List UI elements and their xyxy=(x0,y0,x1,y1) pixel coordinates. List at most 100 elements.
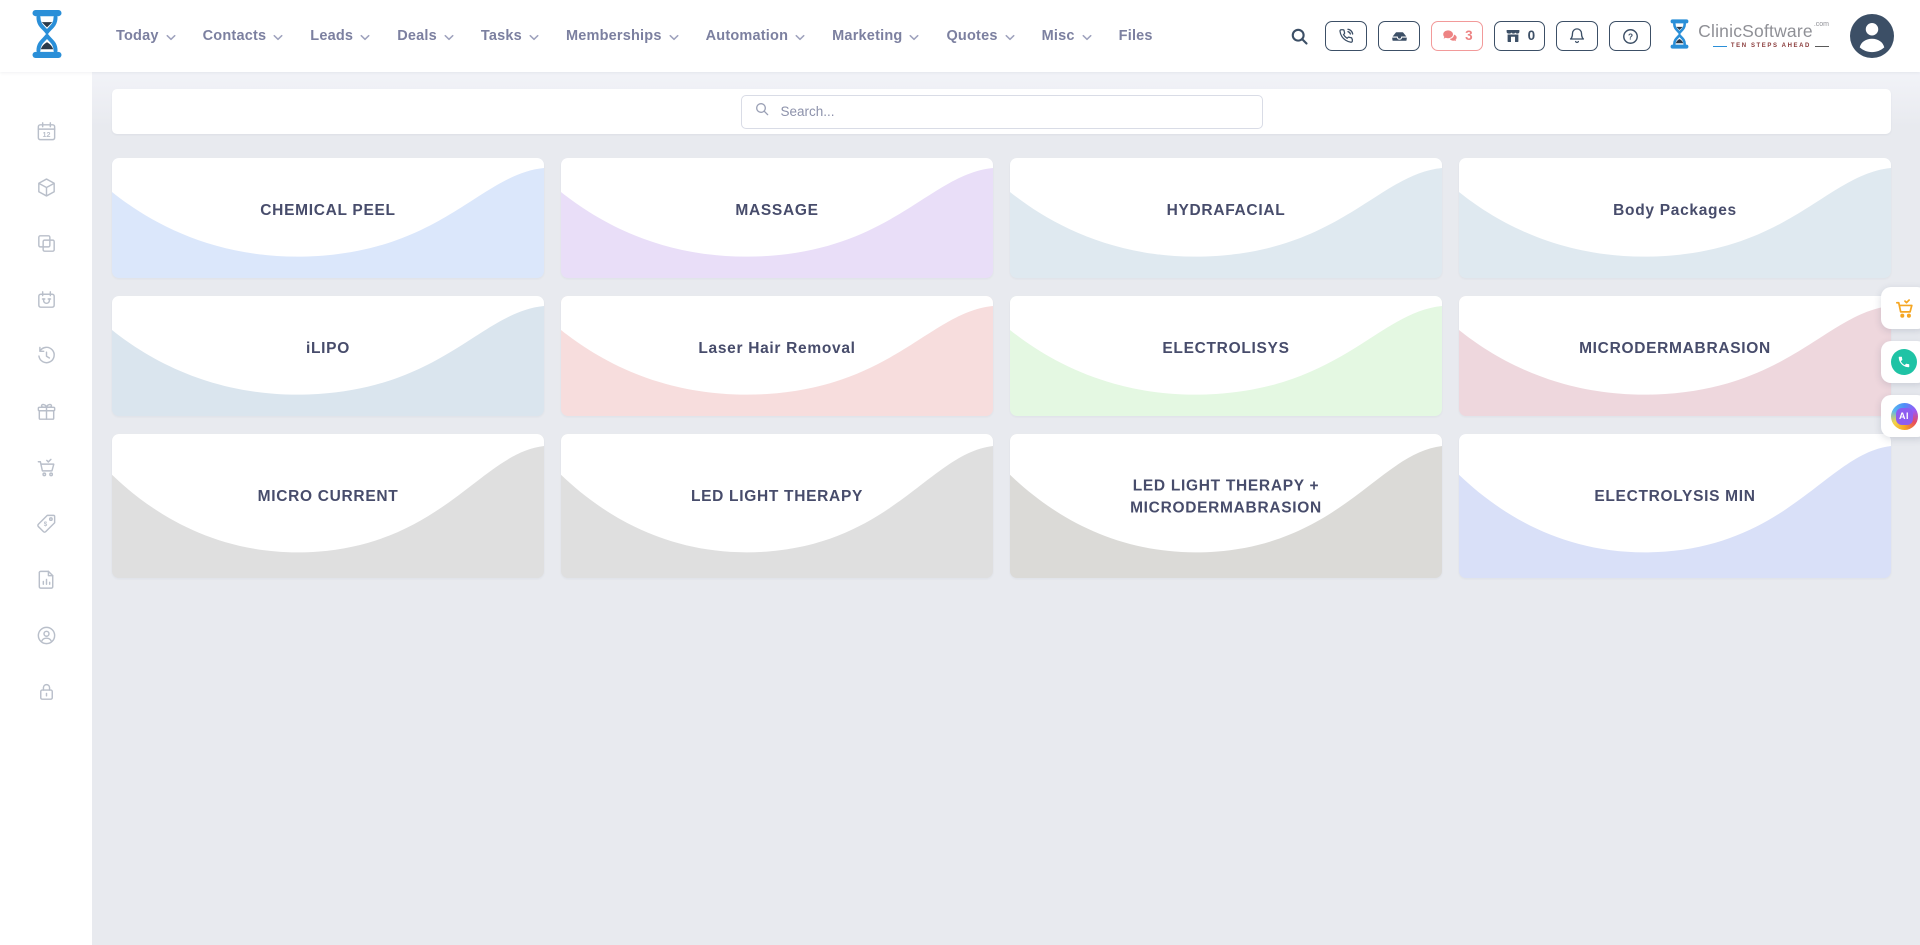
search-icon[interactable] xyxy=(1289,26,1310,47)
nav-item-label: Leads xyxy=(310,28,353,44)
nav-item-label: Files xyxy=(1119,28,1153,44)
nav-item-leads[interactable]: Leads xyxy=(310,28,370,44)
sidebar-item-gift[interactable] xyxy=(33,402,59,425)
gift-icon xyxy=(35,400,58,428)
category-card-massage[interactable]: MASSAGE xyxy=(561,158,993,278)
main-nav: Today Contacts Leads Deals Tasks Members… xyxy=(116,28,1153,44)
category-card-label: ELECTROLYSIS MIN xyxy=(1510,487,1840,509)
topbar-right: 3 0 ? ClinicSoftware .com xyxy=(1289,14,1894,58)
account-icon xyxy=(35,624,58,652)
notifications-button[interactable] xyxy=(1556,21,1598,51)
nav-item-label: Marketing xyxy=(832,28,902,44)
nav-item-label: Misc xyxy=(1042,28,1075,44)
ai-label: AI xyxy=(1896,408,1913,425)
package-icon xyxy=(35,176,58,204)
chevron-down-icon xyxy=(1005,32,1015,41)
inbox-button[interactable] xyxy=(1378,21,1420,51)
category-card-microdermabrasion[interactable]: MICRODERMABRASION xyxy=(1459,296,1891,416)
category-card-electrolysis-min[interactable]: ELECTROLYSIS MIN xyxy=(1459,434,1891,578)
nav-item-marketing[interactable]: Marketing xyxy=(832,28,919,44)
bell-icon xyxy=(1568,27,1586,45)
cart-orange-icon xyxy=(1893,297,1916,320)
svg-text:$: $ xyxy=(43,521,47,528)
app-logo[interactable] xyxy=(28,9,66,64)
user-icon xyxy=(1850,14,1894,58)
calendar-icon: 12 xyxy=(35,120,58,148)
brand-text: ClinicSoftware .com TEN STEPS AHEAD xyxy=(1698,23,1829,50)
chevron-down-icon xyxy=(909,32,919,41)
nav-item-label: Memberships xyxy=(566,28,662,44)
sidebar-item-calendar-import[interactable] xyxy=(33,290,59,313)
chevron-down-icon xyxy=(529,32,539,41)
category-card-ilipo[interactable]: iLIPO xyxy=(112,296,544,416)
category-card-laser-hair-removal[interactable]: Laser Hair Removal xyxy=(561,296,993,416)
category-card-electrolisys[interactable]: ELECTROLISYS xyxy=(1010,296,1442,416)
category-card-led-light-therapy-microdermabrasion[interactable]: LED LIGHT THERAPY + MICRODERMABRASION xyxy=(1010,434,1442,578)
brand-suffix: .com xyxy=(1814,21,1829,28)
floating-whatsapp-button[interactable] xyxy=(1881,341,1920,383)
category-card-body-packages[interactable]: Body Packages xyxy=(1459,158,1891,278)
nav-item-deals[interactable]: Deals xyxy=(397,28,454,44)
search-input-wrap xyxy=(741,95,1263,129)
nav-item-files[interactable]: Files xyxy=(1119,28,1153,44)
search-input[interactable] xyxy=(779,103,1250,120)
nav-item-label: Tasks xyxy=(481,28,522,44)
nav-item-memberships[interactable]: Memberships xyxy=(566,28,679,44)
copy-icon xyxy=(35,232,58,260)
sidebar-item-price-tag[interactable]: $ xyxy=(33,514,59,537)
brand-tagline: TEN STEPS AHEAD xyxy=(1713,43,1829,49)
phone-call-icon xyxy=(1338,28,1354,44)
nav-item-label: Today xyxy=(116,28,159,44)
category-card-hydrafacial[interactable]: HYDRAFACIAL xyxy=(1010,158,1442,278)
sidebar-item-history[interactable] xyxy=(33,346,59,369)
avatar[interactable] xyxy=(1850,14,1894,58)
phone-button[interactable] xyxy=(1325,21,1367,51)
nav-item-tasks[interactable]: Tasks xyxy=(481,28,539,44)
help-icon: ? xyxy=(1621,27,1640,46)
search-panel xyxy=(112,89,1891,134)
chat-button[interactable]: 3 xyxy=(1431,21,1483,51)
svg-text:?: ? xyxy=(1628,31,1633,41)
price-tag-icon: $ xyxy=(35,512,58,540)
topbar-actions: 3 0 ? xyxy=(1325,21,1651,51)
category-card-chemical-peel[interactable]: CHEMICAL PEEL xyxy=(112,158,544,278)
floating-cart-button[interactable] xyxy=(1881,287,1920,329)
nav-item-label: Deals xyxy=(397,28,437,44)
topbar: Today Contacts Leads Deals Tasks Members… xyxy=(0,0,1920,72)
ai-icon: AI xyxy=(1891,403,1918,430)
help-button[interactable]: ? xyxy=(1609,21,1651,51)
nav-item-misc[interactable]: Misc xyxy=(1042,28,1092,44)
tagline-text: TEN STEPS AHEAD xyxy=(1731,43,1811,49)
sidebar-item-copy[interactable] xyxy=(33,234,59,257)
tagline-line xyxy=(1815,46,1829,48)
brand-logo[interactable]: ClinicSoftware .com TEN STEPS AHEAD xyxy=(1668,19,1829,54)
category-card-label: iLIPO xyxy=(163,338,493,360)
hourglass-logo-icon xyxy=(1668,19,1691,54)
lock-icon xyxy=(35,680,58,708)
sidebar-item-account[interactable] xyxy=(33,626,59,649)
hourglass-logo-icon xyxy=(28,9,66,64)
nav-item-automation[interactable]: Automation xyxy=(706,28,806,44)
nav-item-today[interactable]: Today xyxy=(116,28,176,44)
category-card-label: LED LIGHT THERAPY + MICRODERMABRASION xyxy=(1061,476,1391,519)
chevron-down-icon xyxy=(360,32,370,41)
floating-ai-button[interactable]: AI xyxy=(1881,395,1920,437)
shop-button[interactable]: 0 xyxy=(1494,21,1546,51)
category-card-micro-current[interactable]: MICRO CURRENT xyxy=(112,434,544,578)
nav-item-label: Quotes xyxy=(946,28,997,44)
chevron-down-icon xyxy=(669,32,679,41)
sidebar-item-report[interactable] xyxy=(33,570,59,593)
nav-item-label: Automation xyxy=(706,28,789,44)
category-card-led-light-therapy[interactable]: LED LIGHT THERAPY xyxy=(561,434,993,578)
sidebar-item-cart[interactable] xyxy=(33,458,59,481)
sidebar-item-package[interactable] xyxy=(33,178,59,201)
category-card-label: Body Packages xyxy=(1510,200,1840,222)
nav-item-contacts[interactable]: Contacts xyxy=(203,28,284,44)
shop-badge: 0 xyxy=(1528,29,1536,43)
sidebar: 12 $ xyxy=(0,72,92,945)
category-card-label: HYDRAFACIAL xyxy=(1061,200,1391,222)
sidebar-item-calendar[interactable]: 12 xyxy=(33,122,59,145)
nav-item-quotes[interactable]: Quotes xyxy=(946,28,1014,44)
category-card-label: Laser Hair Removal xyxy=(612,338,942,360)
sidebar-item-lock[interactable] xyxy=(33,682,59,705)
